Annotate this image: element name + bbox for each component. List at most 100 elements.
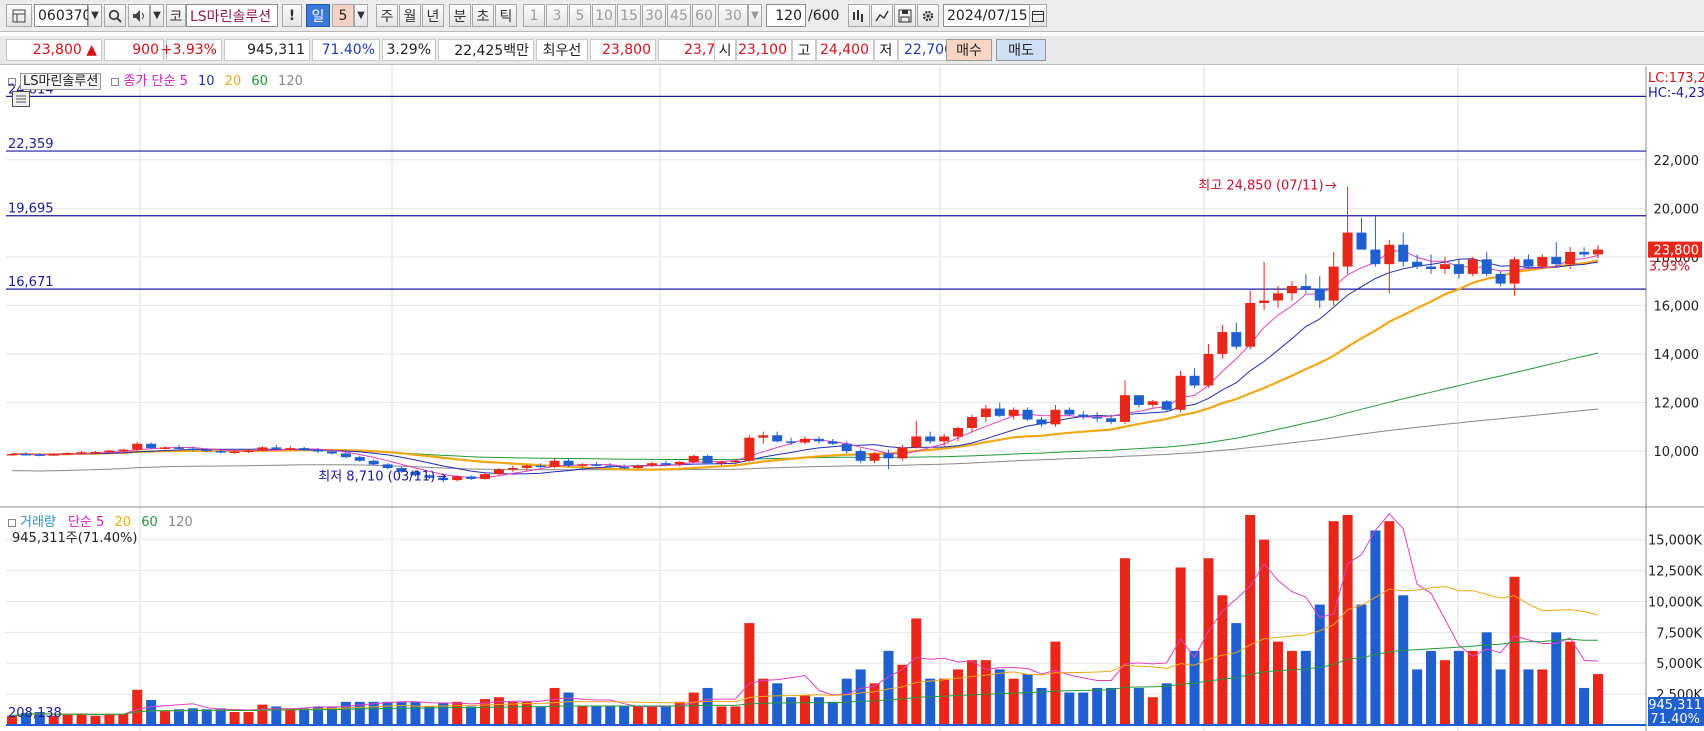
price-tick-label: 20,000 xyxy=(1654,202,1700,217)
candle-body xyxy=(702,455,713,464)
stock-code-input[interactable]: 060370 xyxy=(34,4,91,27)
open-price: 23,100 xyxy=(736,39,792,61)
candle-body xyxy=(1509,259,1520,284)
market-label: 코 xyxy=(166,4,186,27)
candle-body xyxy=(201,449,212,452)
period-dropdown-button[interactable]: ▼ xyxy=(354,4,368,27)
volume-bar xyxy=(1537,669,1548,725)
volume-bar xyxy=(1398,595,1409,725)
candle-body xyxy=(132,443,143,450)
candle-body xyxy=(716,461,727,464)
candle-body xyxy=(493,469,504,475)
date-input[interactable]: 2024/07/15 xyxy=(943,4,1031,27)
candle-body xyxy=(1217,332,1228,354)
stock-chart[interactable]: 24,61422,35919,69516,671 22,00020,00018,… xyxy=(0,66,1704,731)
save-icon[interactable] xyxy=(894,4,916,27)
alert-button[interactable]: ! xyxy=(282,4,302,27)
best-ask-price: 23,800 xyxy=(590,39,656,61)
volume-bar xyxy=(1426,650,1437,725)
legend-vol-ma120: 120 xyxy=(167,515,193,530)
period-year-button[interactable]: 년 xyxy=(422,4,444,27)
volume-bar xyxy=(410,701,421,725)
volume-bar xyxy=(1175,567,1186,725)
hc-label: HC:-4,23 xyxy=(1648,86,1704,101)
interval-10-button[interactable]: 10 xyxy=(592,4,616,27)
volume-bar xyxy=(1008,678,1019,725)
candle-body xyxy=(1439,264,1450,270)
interval-3-button[interactable]: 3 xyxy=(546,4,568,27)
volume-bar xyxy=(382,701,393,725)
calculator-icon[interactable] xyxy=(12,91,30,107)
candle-body xyxy=(368,460,379,465)
price-tick-label: 12,000 xyxy=(1654,396,1700,411)
volume-bar xyxy=(1384,521,1395,725)
calendar-icon[interactable] xyxy=(1029,4,1047,27)
speaker-dropdown-button[interactable]: ▼ xyxy=(150,4,164,27)
price-legend: LS마린솔루션 종가 단순 5 10 20 60 120 xyxy=(8,70,303,90)
volume-bar xyxy=(1092,687,1103,725)
period-second-button[interactable]: 초 xyxy=(472,4,494,27)
volume-bar xyxy=(744,623,755,725)
candle-body xyxy=(688,455,699,462)
legend-ma-label: 종가 단순 xyxy=(123,74,176,89)
period-tick-button[interactable]: 틱 xyxy=(495,4,517,27)
interval-15-button[interactable]: 15 xyxy=(617,4,641,27)
layout-icon[interactable] xyxy=(6,4,32,27)
chart-tools-icon[interactable] xyxy=(848,4,870,27)
volume-bar xyxy=(688,692,699,725)
period-day-button[interactable]: 일 xyxy=(306,4,330,27)
period-minute-button[interactable]: 분 xyxy=(449,4,471,27)
volume-bar xyxy=(758,678,769,725)
interval-45-button[interactable]: 45 xyxy=(667,4,691,27)
count-input[interactable]: 120 xyxy=(766,4,806,27)
volume-bar xyxy=(1300,650,1311,725)
candle-body xyxy=(1537,256,1548,267)
interval-5-button[interactable]: 5 xyxy=(569,4,591,27)
volume-bar xyxy=(521,701,532,725)
volume-bar xyxy=(883,650,894,725)
volume-bar xyxy=(1050,641,1061,725)
candle-body xyxy=(1036,419,1047,425)
volume-bar xyxy=(1147,697,1158,725)
legend-stock-name[interactable]: LS마린솔루션 xyxy=(20,73,102,90)
interval-1-button[interactable]: 1 xyxy=(523,4,545,27)
candle-body xyxy=(1398,244,1409,262)
buy-button[interactable]: 매수 xyxy=(946,39,992,61)
high-arrow-icon xyxy=(1325,182,1337,189)
interval-dropdown-button[interactable]: ▼ xyxy=(748,4,762,27)
candles xyxy=(6,186,1604,483)
period-month-button[interactable]: 월 xyxy=(399,4,421,27)
candle-body xyxy=(1495,273,1506,284)
gear-icon[interactable] xyxy=(917,4,939,27)
period-week-button[interactable]: 주 xyxy=(376,4,398,27)
candle-body xyxy=(1175,375,1186,410)
stock-name-field[interactable]: LS마린솔루션 xyxy=(186,4,278,27)
interval-30-button[interactable]: 30 xyxy=(642,4,666,27)
trade-amount: 22,425백만 xyxy=(438,39,534,61)
high-price: 24,400 xyxy=(816,39,874,61)
line-tools-icon[interactable] xyxy=(871,4,893,27)
volume-bar xyxy=(1106,687,1117,725)
candle-body xyxy=(1412,261,1423,267)
candle-body xyxy=(1064,409,1075,415)
interval-select[interactable]: 30 xyxy=(718,4,748,27)
legend-box-icon xyxy=(111,77,120,86)
volume-tick-label: 5,000K xyxy=(1656,657,1702,672)
candle-body xyxy=(1481,259,1492,274)
candle-body xyxy=(62,452,73,455)
search-icon[interactable] xyxy=(104,4,126,27)
sell-button[interactable]: 매도 xyxy=(996,39,1046,61)
volume-bar xyxy=(160,711,171,725)
volume-bar xyxy=(1036,687,1047,725)
candle-body xyxy=(591,464,602,466)
interval-60-button[interactable]: 60 xyxy=(692,4,716,27)
speaker-icon[interactable] xyxy=(128,4,150,27)
period-num-field[interactable]: 5 xyxy=(332,4,354,27)
price-tick-label: 10,000 xyxy=(1654,445,1700,460)
code-dropdown-button[interactable]: ▼ xyxy=(88,4,102,27)
candle-body xyxy=(925,436,936,442)
volume-tick-label: 10,000K xyxy=(1648,595,1702,610)
volume-bar xyxy=(1217,595,1228,725)
candle-body xyxy=(1050,409,1061,425)
volume-bar xyxy=(1231,623,1242,725)
